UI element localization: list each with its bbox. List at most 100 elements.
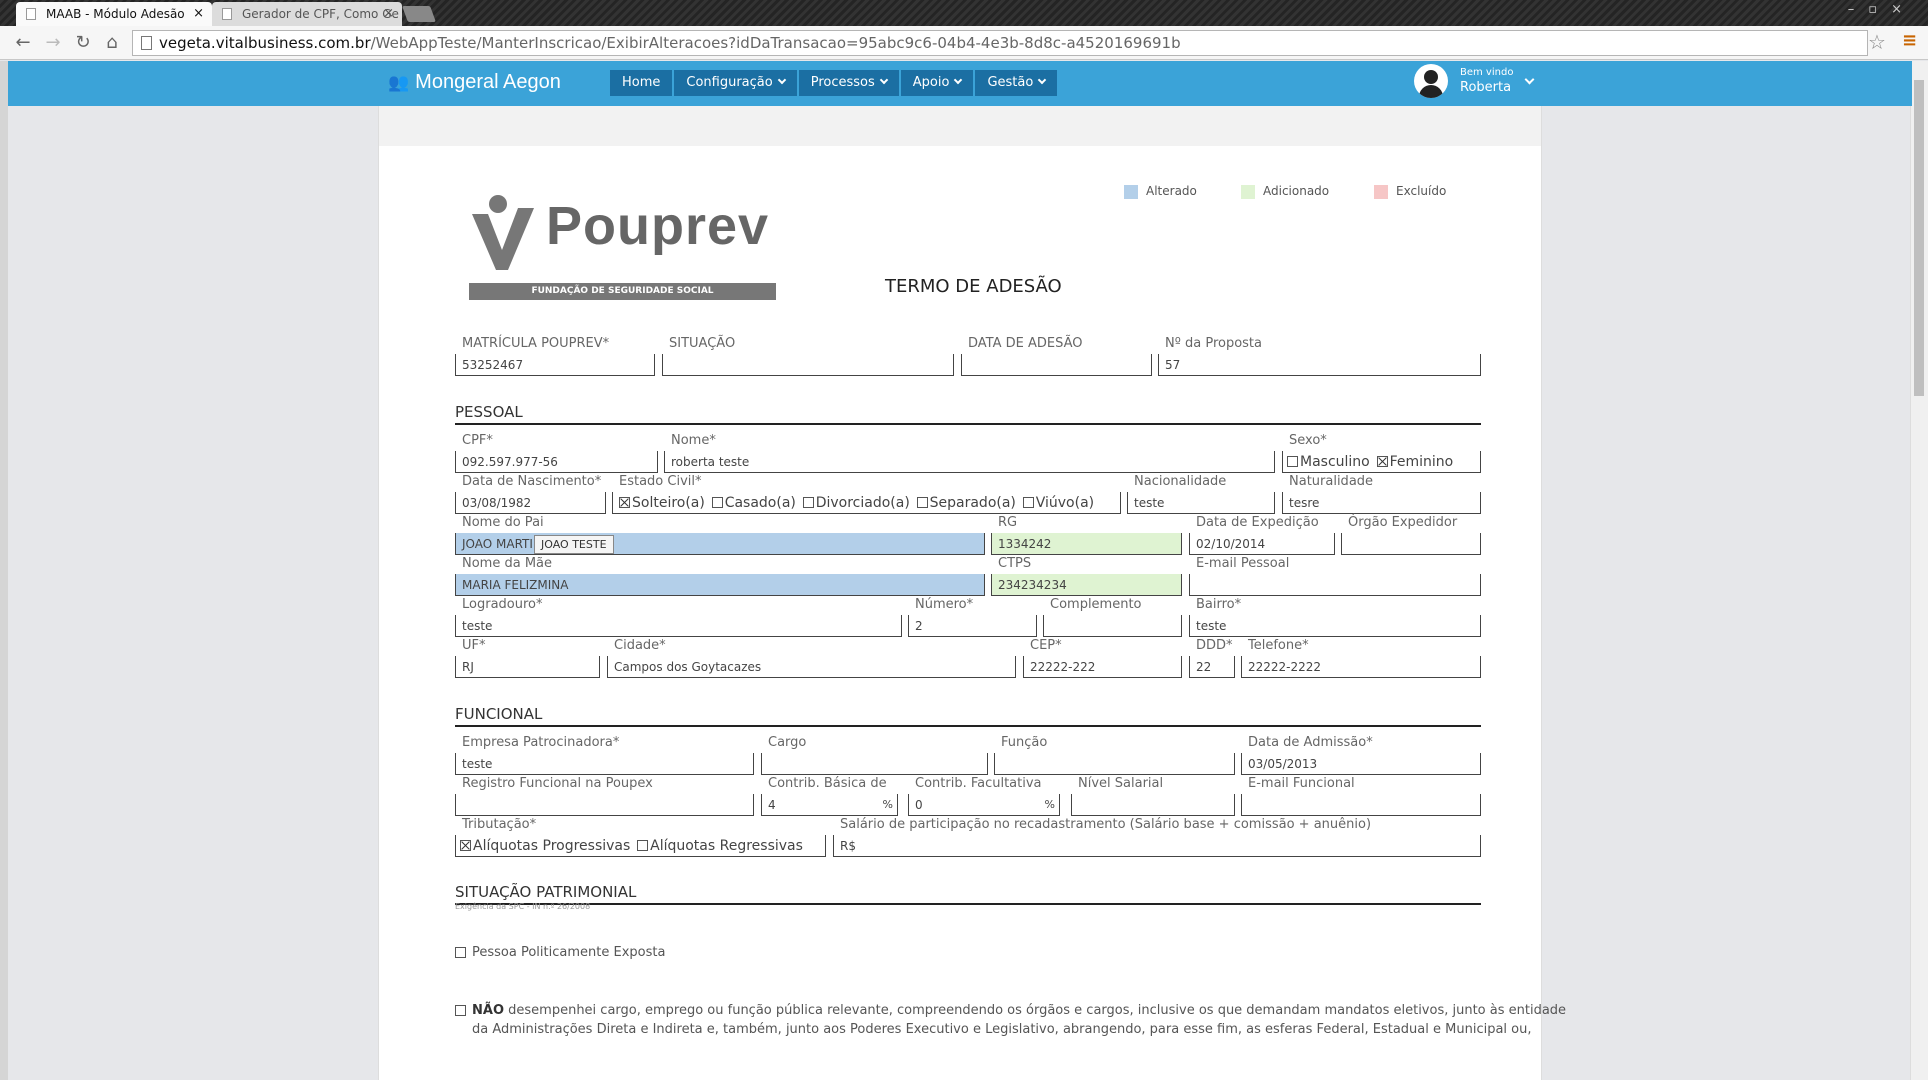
nav-configuracao[interactable]: Configuração (674, 70, 797, 96)
check-nao-desempenhei[interactable]: NÃO desempenhei cargo, emprego ou função… (455, 1001, 1566, 1039)
checkbox[interactable] (916, 497, 928, 508)
logo-tagline: FUNDAÇÃO DE SEGURIDADE SOCIAL (469, 283, 776, 300)
field-value[interactable] (1043, 615, 1182, 637)
checkbox-checked[interactable] (619, 497, 630, 508)
nav-processos[interactable]: Processos (798, 70, 899, 96)
window-controls[interactable]: –▫× (1848, 2, 1916, 17)
reload-icon[interactable]: ↻ (72, 32, 94, 54)
field-value[interactable]: 0% (908, 794, 1060, 816)
trib-regressivas[interactable]: Alíquotas Regressivas (637, 838, 803, 854)
field-value[interactable]: 03/08/1982 (455, 492, 606, 514)
field-contrib-basica: Contrib. Básica de 4% (761, 776, 898, 816)
field-value[interactable]: 02/10/2014 (1189, 533, 1335, 555)
field-funcao: Função (994, 735, 1235, 775)
checkbox[interactable] (1287, 456, 1298, 467)
browser-menu-icon[interactable]: ≡ (1902, 30, 1917, 51)
field-email-funcional: E-mail Funcional (1241, 776, 1481, 816)
bookmark-star-icon[interactable]: ☆ (1868, 30, 1886, 54)
field-value[interactable] (455, 794, 754, 816)
user-greeting: Bem vindo (1460, 67, 1514, 78)
field-value[interactable] (1241, 794, 1481, 816)
field-value[interactable]: 4% (761, 794, 898, 816)
field-value[interactable]: teste (1189, 615, 1481, 637)
field-value[interactable]: Campos dos Goytacazes (607, 656, 1016, 678)
forward-icon[interactable]: → (42, 32, 64, 54)
checkbox-checked[interactable] (460, 840, 471, 851)
field-value[interactable]: teste (1127, 492, 1275, 514)
nav-gestao[interactable]: Gestão (975, 70, 1058, 96)
browser-tab[interactable]: Gerador de CPF, Como Ge × (212, 2, 402, 26)
checkbox-checked[interactable] (1376, 456, 1388, 467)
checkbox[interactable] (637, 840, 649, 851)
checkbox[interactable] (711, 497, 723, 508)
field-value[interactable]: 1334242 (991, 533, 1182, 555)
field-value[interactable]: tesre (1282, 492, 1481, 514)
address-bar[interactable]: vegeta.vitalbusiness.com.br/WebAppTeste/… (132, 30, 1868, 56)
home-icon[interactable]: ⌂ (101, 32, 123, 54)
field-value[interactable]: roberta teste (664, 451, 1275, 473)
option-label: Solteiro(a) (632, 495, 705, 511)
field-value[interactable] (961, 354, 1152, 376)
field-label: Estado Civil* (619, 474, 702, 489)
close-tab-icon[interactable]: × (193, 2, 204, 26)
checkbox[interactable] (802, 497, 814, 508)
field-value[interactable] (761, 753, 988, 775)
field-value[interactable] (1341, 533, 1481, 555)
scrollbar-thumb[interactable] (1914, 80, 1924, 396)
field-cpf: CPF* 092.597.977-56 (455, 433, 658, 473)
field-registro-funcional: Registro Funcional na Poupex (455, 776, 754, 816)
sexo-feminino[interactable]: Feminino (1376, 454, 1453, 470)
new-tab-button[interactable] (402, 6, 436, 22)
field-label: Nome do Pai (462, 515, 544, 530)
field-label: Cidade* (614, 638, 666, 653)
field-value[interactable]: 53252467 (455, 354, 655, 376)
nav-home[interactable]: Home (610, 70, 673, 96)
check-pessoa-politicamente-exposta[interactable]: Pessoa Politicamente Exposta (455, 943, 665, 962)
field-label: Data de Admissão* (1248, 735, 1373, 750)
ec-casado[interactable]: Casado(a) (711, 495, 796, 511)
field-value[interactable]: 57 (1158, 354, 1481, 376)
field-matricula: MATRÍCULA POUPREV* 53252467 (455, 336, 655, 376)
ec-solteiro[interactable]: Solteiro(a) (619, 495, 705, 511)
field-value[interactable] (662, 354, 954, 376)
field-value[interactable]: 2 (908, 615, 1037, 637)
field-value[interactable]: 03/05/2013 (1241, 753, 1481, 775)
field-value[interactable]: teste (455, 615, 902, 637)
nav-apoio[interactable]: Apoio (900, 70, 974, 96)
checkbox[interactable] (1022, 497, 1034, 508)
document-title: TERMO DE ADESÃO (885, 276, 1062, 297)
field-value[interactable]: 22222-2222 (1241, 656, 1481, 678)
field-label: Órgão Expedidor (1348, 515, 1458, 530)
field-value[interactable]: teste (455, 753, 754, 775)
close-tab-icon[interactable]: × (383, 2, 394, 26)
sexo-masculino[interactable]: Masculino (1287, 454, 1370, 470)
field-value[interactable]: 092.597.977-56 (455, 451, 658, 473)
ec-divorciado[interactable]: Divorciado(a) (802, 495, 910, 511)
field-label: Nível Salarial (1078, 776, 1164, 791)
field-value[interactable]: 234234234 (991, 574, 1182, 596)
field-value[interactable]: 22 (1189, 656, 1235, 678)
browser-tab-active[interactable]: MAAB - Módulo Adesão × (16, 2, 212, 26)
field-value[interactable]: R$ (833, 835, 1481, 857)
ec-separado[interactable]: Separado(a) (916, 495, 1016, 511)
field-value[interactable] (1189, 574, 1481, 596)
brand[interactable]: 👥 Mongeral Aegon (388, 66, 561, 99)
nav-label: Gestão (987, 75, 1034, 90)
ec-viuvo[interactable]: Viúvo(a) (1022, 495, 1094, 511)
field-label: Contrib. Básica de (768, 776, 887, 791)
field-orgao-expedidor: Órgão Expedidor (1341, 515, 1481, 555)
field-value[interactable]: RJ (455, 656, 600, 678)
checkbox[interactable] (455, 947, 466, 958)
bold-nao: NÃO (472, 1003, 504, 1018)
tab-title: Gerador de CPF, Como Ge (242, 7, 399, 21)
field-label: Complemento (1050, 597, 1142, 612)
field-value[interactable]: 22222-222 (1023, 656, 1182, 678)
field-value[interactable] (994, 753, 1235, 775)
field-value[interactable] (1071, 794, 1235, 816)
field-value[interactable]: MARIA FELIZMINA (455, 574, 985, 596)
option-label: Alíquotas Regressivas (650, 838, 803, 854)
back-icon[interactable]: ← (12, 32, 34, 54)
trib-progressivas[interactable]: Alíquotas Progressivas (460, 838, 630, 854)
brand-name: Mongeral Aegon (415, 71, 561, 93)
checkbox[interactable] (455, 1005, 466, 1016)
